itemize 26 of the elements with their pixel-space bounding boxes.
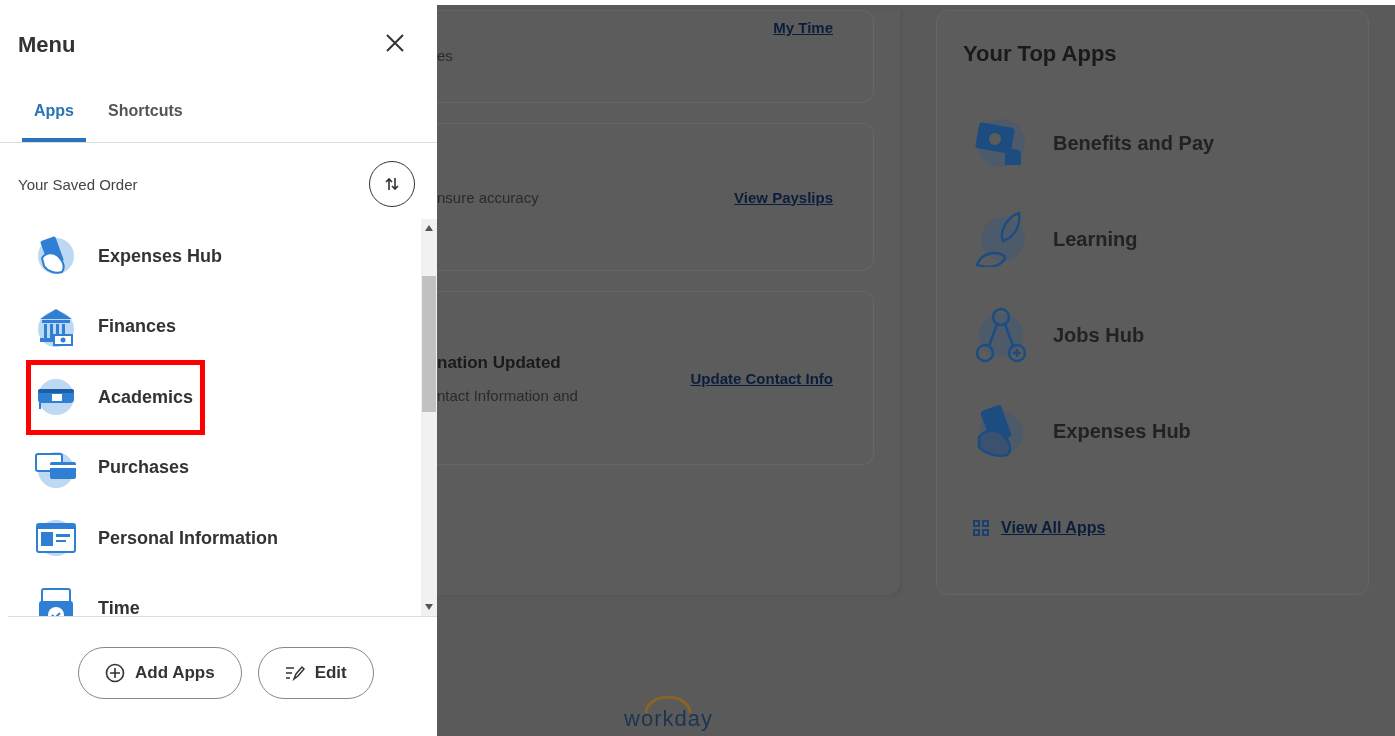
sort-button[interactable] — [369, 161, 415, 207]
scroll-up-icon — [425, 225, 433, 231]
tab[interactable]: Apps — [22, 94, 86, 142]
plus-circle-icon — [105, 663, 125, 683]
grid-icon — [973, 520, 989, 536]
section-label: Your Saved Order — [18, 175, 138, 193]
add-apps-button[interactable]: Add Apps — [78, 647, 242, 699]
app-menu-item[interactable]: Expenses Hub — [8, 221, 233, 292]
scrollbar-thumb[interactable] — [422, 275, 436, 412]
app-menu-item[interactable]: Finances — [8, 291, 187, 362]
edit-button[interactable]: Edit — [257, 647, 374, 699]
sort-arrows-icon — [384, 176, 400, 192]
close-icon — [385, 33, 405, 53]
card-title: nation Updated — [437, 352, 562, 373]
edit-list-icon — [284, 665, 305, 681]
logo-text: workday — [624, 706, 713, 732]
scroll-down-icon — [425, 604, 433, 610]
drawer-title: Menu — [18, 31, 76, 58]
card-title: Your Top Apps — [963, 41, 1118, 67]
tab[interactable]: Shortcuts — [96, 94, 195, 142]
app-menu-item[interactable]: Time — [8, 573, 150, 616]
app-menu-item[interactable]: Academics — [28, 362, 204, 433]
scrollbar[interactable] — [421, 219, 437, 616]
people-network-icon — [973, 307, 1029, 363]
app-menu-item[interactable]: Purchases — [8, 432, 200, 503]
app-menu-item[interactable]: Personal Information — [8, 503, 289, 574]
